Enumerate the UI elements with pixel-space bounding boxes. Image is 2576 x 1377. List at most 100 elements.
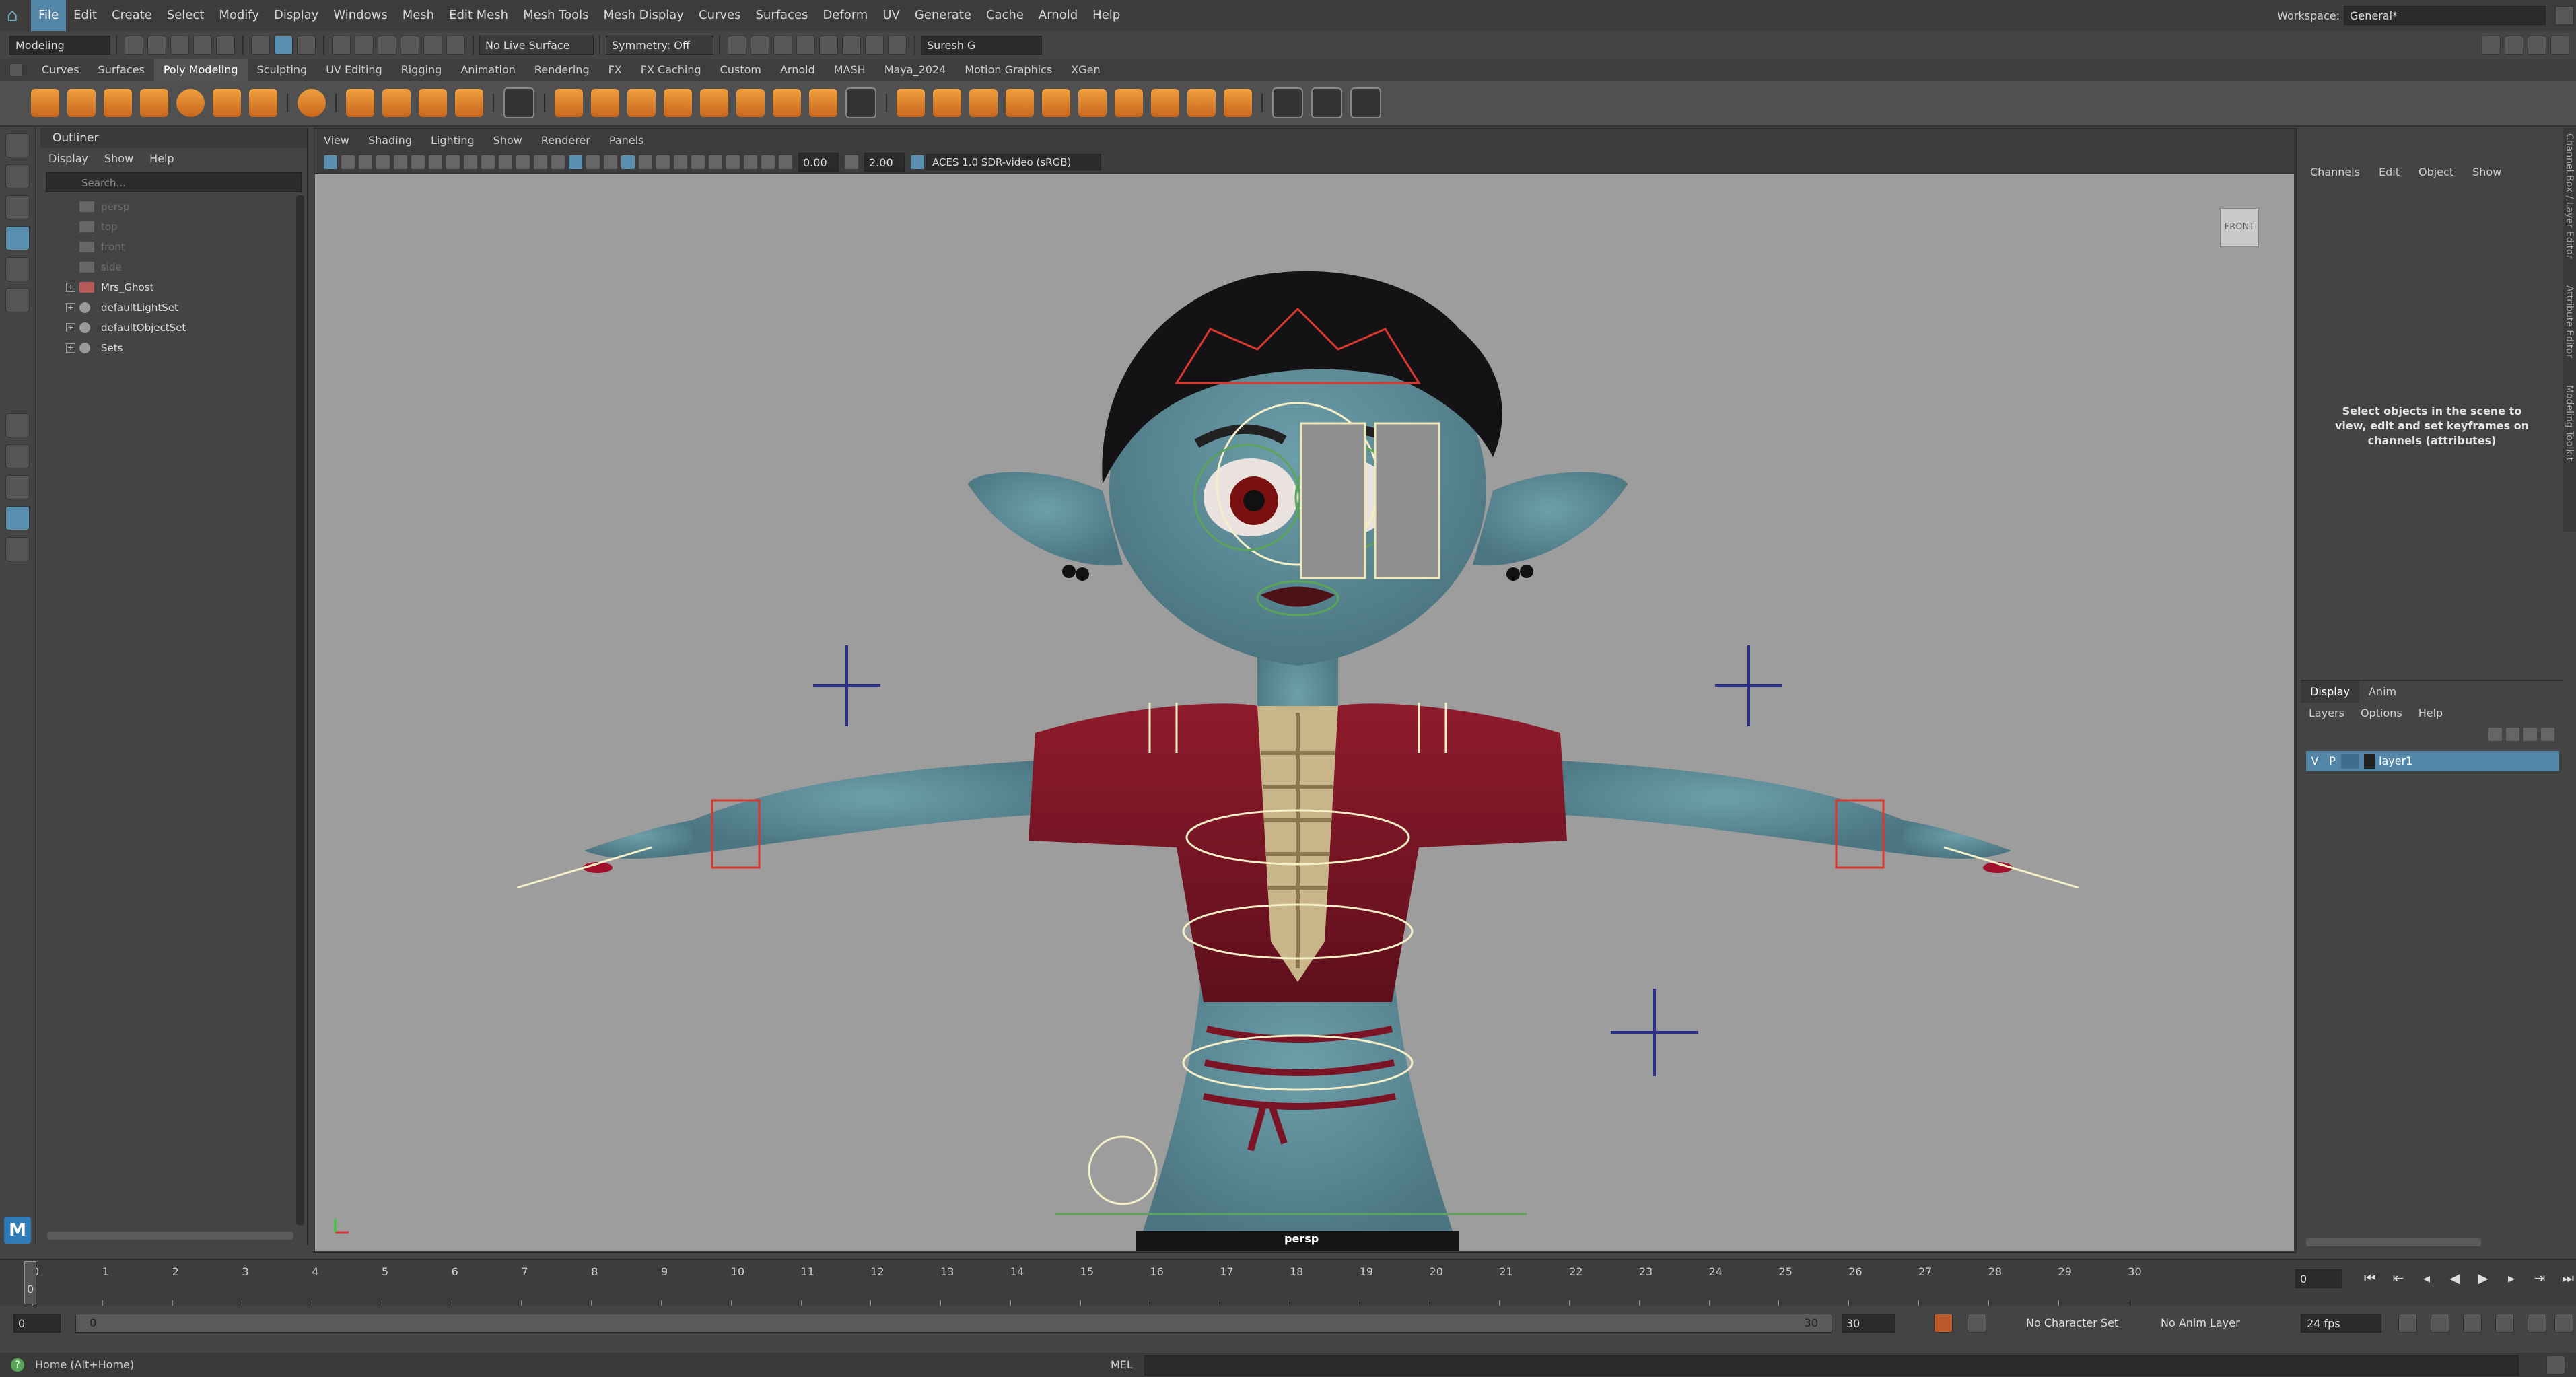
outliner-item-mrs-ghost[interactable]: + Mrs_Ghost (40, 277, 307, 297)
shadows-icon[interactable] (656, 155, 670, 169)
step-back-key-icon[interactable]: ⇤ (2390, 1269, 2407, 1287)
ambient-occlusion-icon[interactable] (674, 155, 687, 169)
wedge-icon[interactable] (1224, 89, 1252, 117)
layer-editor-menu-layers[interactable]: Layers (2301, 707, 2353, 719)
hypershade-icon[interactable] (819, 36, 838, 55)
grid-icon[interactable] (429, 155, 442, 169)
live-surface-field[interactable]: No Live Surface (479, 36, 594, 55)
shelf-tab-animation[interactable]: Animation (451, 59, 525, 81)
animation-prefs-icon[interactable] (2528, 1314, 2546, 1333)
mirror-icon[interactable] (773, 89, 801, 117)
outliner-item-side[interactable]: side (40, 257, 307, 277)
render-sequence-icon[interactable] (751, 36, 769, 55)
loop-icon[interactable] (2398, 1314, 2417, 1333)
menu-deform[interactable]: Deform (815, 0, 875, 31)
snap-point-icon[interactable] (378, 36, 396, 55)
step-forward-frame-icon[interactable]: ▸ (2503, 1269, 2520, 1287)
image-plane-icon[interactable] (376, 155, 390, 169)
shelf-tab-motion-graphics[interactable]: Motion Graphics (955, 59, 1061, 81)
gamma-field[interactable]: 2.00 (864, 153, 905, 172)
layer-name[interactable]: layer1 (2379, 751, 2412, 771)
layer-row[interactable]: V P layer1 (2306, 751, 2559, 771)
safe-action-icon[interactable] (516, 155, 530, 169)
channel-box-menu-show[interactable]: Show (2463, 166, 2511, 178)
animation-start-field[interactable]: 0 (13, 1314, 61, 1333)
workspace-dropdown[interactable]: General* (2344, 6, 2546, 25)
menu-modify[interactable]: Modify (211, 0, 267, 31)
mode-dropdown[interactable]: Modeling (9, 36, 110, 55)
viewport-menu-panels[interactable]: Panels (600, 134, 654, 147)
maya-home-icon[interactable]: M (4, 1217, 31, 1244)
default-material-icon[interactable] (586, 155, 600, 169)
menu-select[interactable]: Select (160, 0, 212, 31)
show-hide-attribute-editor-icon[interactable] (2505, 36, 2523, 55)
xray-icon[interactable] (744, 155, 757, 169)
super-shape-icon[interactable] (346, 89, 374, 117)
exposure-field[interactable]: 0.00 (798, 153, 839, 172)
render-view-icon[interactable] (842, 36, 861, 55)
gamma-icon[interactable] (845, 155, 858, 169)
exposure-icon[interactable] (779, 155, 792, 169)
color-management-icon[interactable] (911, 155, 924, 169)
field-chart-icon[interactable] (499, 155, 512, 169)
multi-cut-icon[interactable] (897, 89, 925, 117)
smooth-shade-icon[interactable] (569, 155, 582, 169)
select-camera-icon[interactable] (324, 155, 337, 169)
outliner-item-persp[interactable]: persp (40, 197, 307, 217)
shelf-tab-custom[interactable]: Custom (711, 59, 771, 81)
shelf-tab-mash[interactable]: MASH (825, 59, 875, 81)
character-set-dropdown[interactable]: No Character Set (2026, 1316, 2118, 1329)
menu-curves[interactable]: Curves (691, 0, 748, 31)
platonic-solid-icon[interactable] (298, 89, 326, 117)
snap-curve-icon[interactable] (355, 36, 374, 55)
shelf-tab-surfaces[interactable]: Surfaces (89, 59, 154, 81)
anti-aliasing-icon[interactable] (709, 155, 722, 169)
xray-joints-icon[interactable] (761, 155, 775, 169)
arnold-render-icon[interactable] (865, 36, 884, 55)
slide-edge-icon[interactable] (1151, 89, 1179, 117)
poly-plane-icon[interactable] (213, 89, 241, 117)
layer-playback-toggle[interactable]: P (2324, 751, 2341, 771)
grease-pencil-icon[interactable] (411, 155, 425, 169)
expand-icon[interactable]: + (66, 343, 75, 353)
scale-tool-icon[interactable] (5, 288, 30, 312)
shelf-menu-icon[interactable] (9, 63, 23, 77)
persp-graph-layout-icon[interactable] (5, 506, 30, 530)
isolate-select-icon[interactable] (726, 155, 740, 169)
shelf-tab-rigging[interactable]: Rigging (392, 59, 452, 81)
current-frame-field[interactable]: 0 (2295, 1269, 2342, 1288)
paint-select-tool-icon[interactable] (5, 195, 30, 219)
snap-view-plane-icon[interactable] (401, 36, 419, 55)
snap-grid-icon[interactable] (332, 36, 351, 55)
script-editor-icon[interactable] (2546, 1355, 2565, 1374)
poly-disc-icon[interactable] (249, 89, 277, 117)
animation-end-field[interactable]: 30 (1842, 1314, 1895, 1333)
safe-title-icon[interactable] (534, 155, 547, 169)
symmetry-dropdown[interactable]: Symmetry: Off (606, 36, 713, 55)
outliner-horizontal-scrollbar[interactable] (47, 1232, 293, 1240)
outliner-menu-show[interactable]: Show (96, 152, 141, 165)
time-slider[interactable]: 0123456789101112131415161718192021222324… (0, 1259, 2576, 1310)
menu-surfaces[interactable]: Surfaces (748, 0, 815, 31)
ipr-render-icon[interactable] (773, 36, 792, 55)
step-forward-key-icon[interactable]: ⇥ (2531, 1269, 2548, 1287)
outliner-menu-display[interactable]: Display (40, 152, 96, 165)
bookmarks-icon[interactable] (359, 155, 372, 169)
layer-editor-scrollbar[interactable] (2306, 1238, 2481, 1246)
outliner-menu-help[interactable]: Help (141, 152, 182, 165)
single-perspective-layout-icon[interactable] (5, 413, 30, 437)
shelf-tab-sculpting[interactable]: Sculpting (248, 59, 317, 81)
mel-label[interactable]: MEL (1111, 1353, 1133, 1377)
view-transform-dropdown[interactable]: ACES 1.0 SDR-video (sRGB) (926, 154, 1101, 170)
menu-edit[interactable]: Edit (66, 0, 104, 31)
shelf-tab-arnold[interactable]: Arnold (771, 59, 825, 81)
connect-icon[interactable] (969, 89, 998, 117)
outliner-item-top[interactable]: top (40, 217, 307, 237)
show-hide-tool-settings-icon[interactable] (2528, 36, 2546, 55)
shelf-tab-fx[interactable]: FX (599, 59, 631, 81)
shelf-tab-rendering[interactable]: Rendering (525, 59, 599, 81)
viewport-menu-shading[interactable]: Shading (359, 134, 421, 147)
motion-blur-icon[interactable] (691, 155, 705, 169)
poly-cube-icon[interactable] (67, 89, 96, 117)
type-tool-icon[interactable] (419, 89, 447, 117)
